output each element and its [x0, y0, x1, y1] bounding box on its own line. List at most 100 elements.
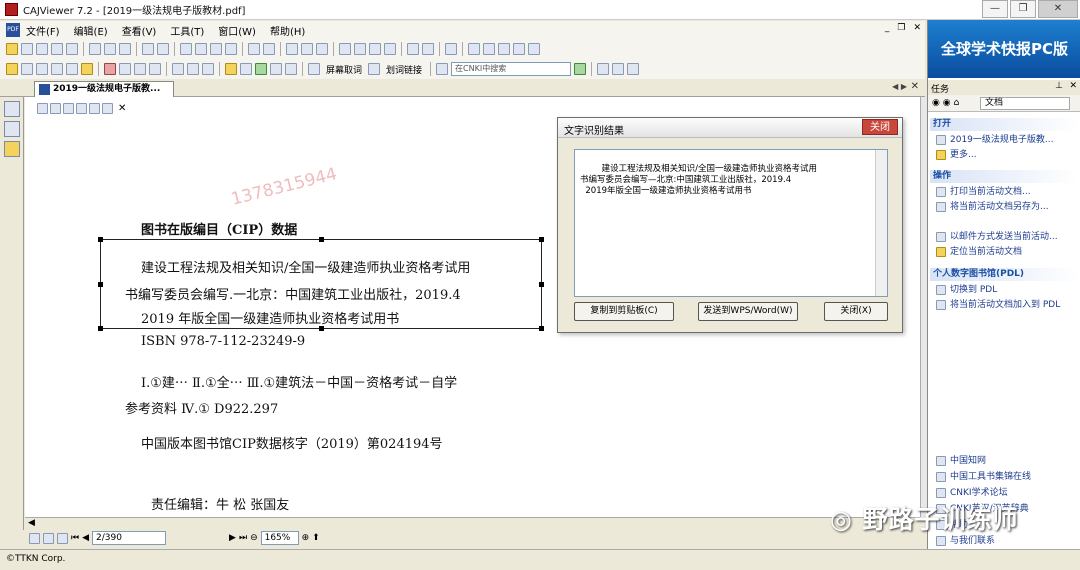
dialog-close-x-button[interactable]: 关闭(X) — [824, 302, 888, 321]
print-preview-icon[interactable] — [51, 43, 63, 55]
link-reference[interactable]: 中国工具书集锦在线 — [936, 469, 1031, 482]
forward-nav-icon[interactable]: ◉ — [943, 98, 951, 108]
back-nav-icon[interactable]: ◉ — [932, 98, 940, 108]
pdl-add[interactable]: 将当前活动文档加入到 PDL — [936, 298, 1079, 312]
last-page-icon[interactable] — [225, 43, 237, 55]
zoom-input[interactable]: 165% — [260, 531, 299, 545]
minimize-button[interactable]: — — [982, 0, 1008, 18]
op-email[interactable]: 以邮件方式发送当前活动... — [936, 230, 1079, 244]
doc-save-icon[interactable] — [37, 103, 48, 114]
view-mode-2-icon[interactable] — [43, 532, 54, 544]
menu-help[interactable]: 帮助(H) — [270, 23, 305, 38]
snapshot-icon[interactable] — [81, 63, 93, 75]
copy-to-clipboard-button[interactable]: 复制到剪贴板(C) — [574, 302, 674, 321]
text-select-icon[interactable] — [36, 63, 48, 75]
page-up-icon[interactable]: ⬆ — [312, 533, 320, 543]
op-save-as[interactable]: 将当前活动文档另存为... — [936, 200, 1079, 214]
forward-icon[interactable] — [263, 43, 275, 55]
first-page-icon[interactable] — [180, 43, 192, 55]
view-mode-1-icon[interactable] — [29, 532, 40, 544]
page-setup-icon[interactable] — [422, 43, 434, 55]
open-icon[interactable] — [6, 43, 18, 55]
line-icon[interactable] — [119, 63, 131, 75]
mdi-close-icon[interactable]: ✕ — [913, 23, 921, 33]
stamp-icon[interactable] — [172, 63, 184, 75]
link-cnki[interactable]: 中国知网 — [936, 453, 986, 466]
task-pane-close-icon[interactable]: ✕ — [1069, 81, 1077, 91]
pen-icon[interactable] — [104, 63, 116, 75]
doc-preview-icon[interactable] — [76, 103, 87, 114]
highlight-icon[interactable] — [225, 63, 237, 75]
screen-word-label[interactable]: 屏幕取词 — [326, 63, 362, 76]
fullscreen-icon[interactable] — [445, 43, 457, 55]
single-page-icon[interactable] — [339, 43, 351, 55]
menu-edit[interactable]: 编辑(E) — [74, 23, 108, 38]
print-icon[interactable] — [36, 43, 48, 55]
select-tool-icon[interactable] — [21, 63, 33, 75]
underline-icon[interactable] — [240, 63, 252, 75]
doc-print-icon[interactable] — [63, 103, 74, 114]
open-item-recent[interactable]: 2019一级法规电子版教... — [936, 133, 1079, 147]
page-number-input[interactable]: 2/390 — [92, 531, 167, 545]
zoom-plus-icon[interactable]: ⊕ — [302, 533, 310, 543]
cut-icon[interactable] — [89, 43, 101, 55]
doc-export-icon[interactable] — [89, 103, 100, 114]
doc-close-icon[interactable]: ✕ — [118, 103, 126, 114]
tab-document[interactable]: 2019一级法规电子版教... — [34, 81, 174, 97]
tab-close-icon[interactable]: ✕ — [911, 81, 919, 92]
next-page-icon[interactable] — [210, 43, 222, 55]
cnki-arrow-icon[interactable] — [436, 63, 449, 75]
music-icon[interactable] — [202, 63, 214, 75]
horizontal-scrollbar[interactable]: ◀ — [25, 517, 920, 529]
find-icon[interactable] — [286, 43, 298, 55]
home-icon[interactable]: ⌂ — [953, 98, 959, 108]
pdl-section[interactable]: 个人数字图书馆(PDL) — [930, 268, 1079, 281]
rectangle-icon[interactable] — [134, 63, 146, 75]
menu-view[interactable]: 查看(V) — [122, 23, 157, 38]
cnki-search-input[interactable]: 在CNKI中搜索 — [451, 62, 572, 76]
paste-icon[interactable] — [119, 43, 131, 55]
thumbnail-icon[interactable] — [4, 101, 20, 117]
menu-tools[interactable]: 工具(T) — [170, 23, 204, 38]
copy-icon[interactable] — [104, 43, 116, 55]
tab-scroll-icon[interactable]: ◀ ▶ — [892, 82, 907, 91]
save-icon[interactable] — [21, 43, 33, 55]
next-page-nav-icon[interactable]: ▶ — [229, 533, 236, 543]
undo-icon[interactable] — [142, 43, 154, 55]
screen-word-icon[interactable] — [308, 63, 320, 75]
last-page-nav-icon[interactable]: ⏭ — [239, 533, 247, 543]
view-mode-3-icon[interactable] — [57, 532, 68, 544]
help-icon[interactable] — [597, 63, 610, 75]
rotate-right-icon[interactable] — [316, 43, 328, 55]
fit-width-icon[interactable] — [498, 43, 510, 55]
menu-window[interactable]: 窗口(W) — [218, 23, 256, 38]
send-to-wps-button[interactable]: 发送到WPS/Word(W) — [698, 302, 798, 321]
mdi-minimize-icon[interactable]: _ — [885, 23, 890, 33]
ocr-icon[interactable] — [66, 63, 78, 75]
ellipse-icon[interactable] — [149, 63, 161, 75]
note-icon[interactable] — [187, 63, 199, 75]
first-page-nav-icon[interactable]: ⏮ — [71, 533, 79, 543]
word-link-label[interactable]: 划词链接 — [386, 63, 422, 76]
dialog-scrollbar[interactable] — [875, 150, 887, 296]
strikeout-icon[interactable] — [255, 63, 267, 75]
prev-page-icon[interactable] — [195, 43, 207, 55]
op-print[interactable]: 打印当前活动文档... — [936, 185, 1079, 199]
actual-size-icon[interactable] — [468, 43, 480, 55]
continuous-page-icon[interactable] — [354, 43, 366, 55]
cnki-banner[interactable]: 全球学术快报PC版 — [928, 20, 1080, 78]
op-locate[interactable]: 定位当前活动文档 — [936, 245, 1079, 259]
open-section[interactable]: 打开 — [930, 118, 1079, 131]
back-icon[interactable] — [248, 43, 260, 55]
outline-icon[interactable] — [4, 121, 20, 137]
info-icon[interactable] — [612, 63, 625, 75]
search-go-icon[interactable] — [574, 63, 587, 75]
doc-settings-icon[interactable] — [102, 103, 113, 114]
pdl-switch[interactable]: 切换到 PDL — [936, 283, 1079, 297]
zoom-in-icon[interactable] — [528, 43, 540, 55]
link-forum[interactable]: CNKI学术论坛 — [936, 485, 1008, 498]
book-view-icon[interactable] — [384, 43, 396, 55]
scroll-left-icon[interactable]: ◀ — [28, 518, 35, 528]
vertical-scrollbar[interactable] — [920, 97, 927, 517]
image-select-icon[interactable] — [51, 63, 63, 75]
